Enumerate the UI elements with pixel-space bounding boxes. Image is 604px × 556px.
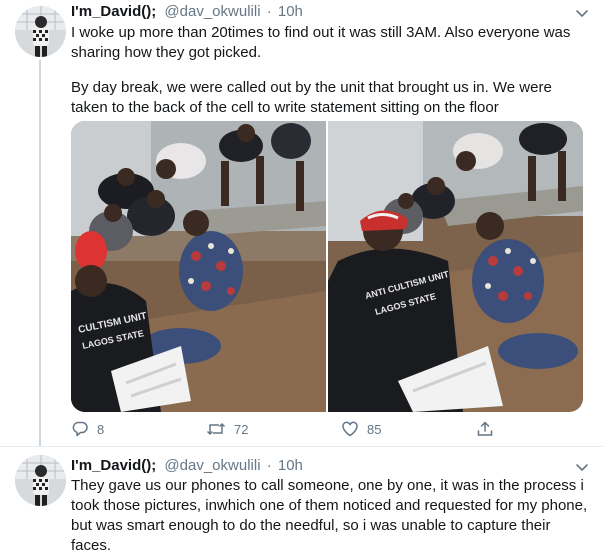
author-name[interactable]: I'm_David();: [71, 3, 156, 20]
retweet-button[interactable]: 72: [206, 420, 248, 438]
separator: ·: [266, 3, 272, 20]
tweet-text: I woke up more than 20times to find out …: [71, 24, 571, 61]
author-name[interactable]: I'm_David();: [71, 457, 156, 474]
photo[interactable]: CULTISM UNIT LAGOS STATE: [71, 121, 326, 412]
tweet[interactable]: I'm_David(); @dav_okwulili · 10h They ga…: [0, 447, 604, 554]
tweet-text: By day break, we were called out by the …: [71, 79, 552, 116]
separator: ·: [266, 457, 272, 474]
avatar[interactable]: [15, 6, 66, 57]
retweet-count: 72: [234, 421, 249, 437]
like-count: 85: [367, 421, 382, 437]
timestamp[interactable]: 10h: [278, 457, 303, 474]
media-grid: CULTISM UNIT LAGOS STATE ANTI CULTISM UN…: [71, 121, 583, 412]
heart-icon: [341, 420, 359, 438]
share-button[interactable]: [476, 420, 494, 438]
chevron-down-icon[interactable]: [574, 5, 590, 21]
tweet-actions: 8 72 85: [71, 420, 541, 442]
photo[interactable]: ANTI CULTISM UNIT LAGOS STATE: [328, 121, 583, 412]
tweet[interactable]: I'm_David(); @dav_okwulili · 10h I woke …: [0, 0, 604, 447]
thread-line: [39, 60, 41, 446]
author-handle[interactable]: @dav_okwulili: [164, 3, 260, 20]
tweet-text: They gave us our phones to call someone,…: [71, 477, 588, 554]
retweet-icon: [206, 420, 226, 438]
tweet-header: I'm_David(); @dav_okwulili · 10h: [71, 457, 303, 474]
like-button[interactable]: 85: [341, 420, 381, 438]
reply-button[interactable]: 8: [71, 420, 104, 438]
reply-icon: [71, 420, 89, 438]
timestamp[interactable]: 10h: [278, 3, 303, 20]
author-handle[interactable]: @dav_okwulili: [164, 457, 260, 474]
chevron-down-icon[interactable]: [574, 459, 590, 475]
reply-count: 8: [97, 421, 105, 437]
avatar[interactable]: [15, 455, 66, 506]
share-icon: [476, 420, 494, 438]
tweet-header: I'm_David(); @dav_okwulili · 10h: [71, 3, 303, 20]
